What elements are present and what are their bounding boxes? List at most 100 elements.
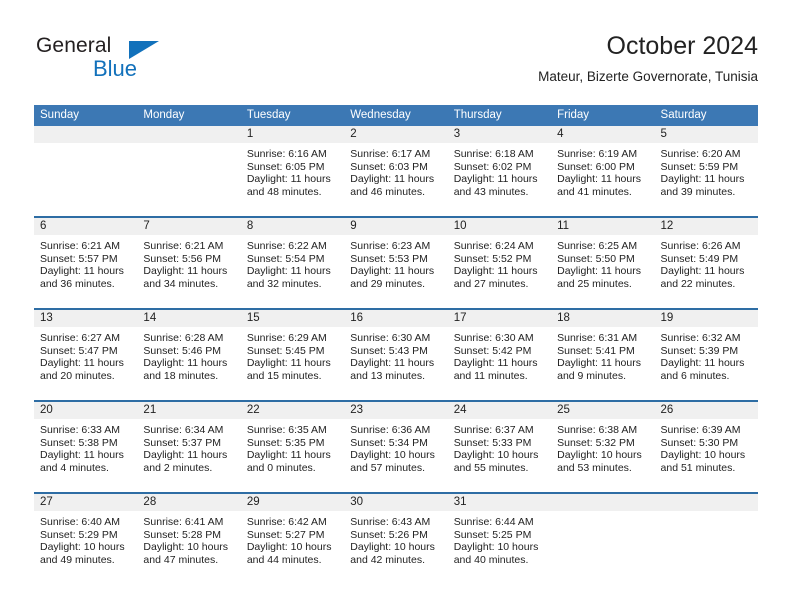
sunset-text: Sunset: 6:03 PM <box>350 160 428 173</box>
day-cell-inner: 12 Sunrise: 6:26 AM Sunset: 5:49 PM Dayligh… <box>654 218 758 308</box>
calendar-day-cell[interactable]: 26 Sunrise: 6:39 AM Sunset: 5:30 PM Dayligh… <box>654 400 758 493</box>
weekday-header-thursday: Thursday <box>447 105 552 126</box>
sunset-text: Sunset: 6:02 PM <box>453 160 532 173</box>
daylight-text-line1: Daylight: 11 hours <box>40 265 124 278</box>
calendar-day-cell[interactable]: 14 Sunrise: 6:28 AM Sunset: 5:46 PM Dayligh… <box>137 308 241 401</box>
sunset-text: Sunset: 5:54 PM <box>246 252 325 265</box>
daylight-text-line2: and 32 minutes. <box>246 277 322 290</box>
calendar-day-cell[interactable]: 9 Sunrise: 6:23 AM Sunset: 5:53 PM Daylight… <box>344 216 448 309</box>
sunrise-text: Sunrise: 6:41 AM <box>143 516 224 528</box>
sunset-text: Sunset: 5:52 PM <box>453 252 532 265</box>
calendar-day-cell[interactable]: 30 Sunrise: 6:43 AM Sunset: 5:26 PM Dayligh… <box>344 492 448 584</box>
sunrise-text: Sunrise: 6:35 AM <box>246 424 327 436</box>
sunset-text: Sunset: 5:45 PM <box>246 344 325 357</box>
weekday-header-wednesday: Wednesday <box>344 105 448 126</box>
day-details: Sunrise: 6:42 AM Sunset: 5:27 PM Daylight:… <box>241 511 344 566</box>
daylight-text-line2: and 48 minutes. <box>246 185 322 198</box>
day-number: 29 <box>240 494 345 511</box>
calendar-day-cell[interactable]: 20 Sunrise: 6:33 AM Sunset: 5:38 PM Dayligh… <box>34 400 138 493</box>
calendar-day-cell[interactable]: 16 Sunrise: 6:30 AM Sunset: 5:43 PM Dayligh… <box>344 308 448 401</box>
calendar-day-cell[interactable]: 8 Sunrise: 6:22 AM Sunset: 5:54 PM Daylight… <box>240 216 345 309</box>
daylight-text-line1: Daylight: 10 hours <box>40 541 125 554</box>
day-cell-inner: 8 Sunrise: 6:22 AM Sunset: 5:54 PM Daylight… <box>240 218 345 308</box>
calendar-day-cell[interactable]: 7 Sunrise: 6:21 AM Sunset: 5:56 PM Daylight… <box>137 216 241 309</box>
day-number: 26 <box>654 402 758 419</box>
calendar-day-cell[interactable]: 17 Sunrise: 6:30 AM Sunset: 5:42 PM Dayligh… <box>447 308 552 401</box>
day-cell-inner: 22 Sunrise: 6:35 AM Sunset: 5:35 PM Dayligh… <box>240 402 345 492</box>
calendar-day-cell[interactable]: 28 Sunrise: 6:41 AM Sunset: 5:28 PM Dayligh… <box>137 492 241 584</box>
daylight-text-line2: and 25 minutes. <box>557 277 632 290</box>
daylight-text-line1: Daylight: 11 hours <box>557 357 641 370</box>
day-cell-inner: 19 Sunrise: 6:32 AM Sunset: 5:39 PM Dayligh… <box>654 310 758 400</box>
day-details: Sunrise: 6:31 AM Sunset: 5:41 PM Daylight:… <box>551 327 654 382</box>
day-details: Sunrise: 6:25 AM Sunset: 5:50 PM Daylight:… <box>551 235 654 290</box>
calendar-day-cell[interactable]: 5 Sunrise: 6:20 AM Sunset: 5:59 PM Daylight… <box>654 126 758 217</box>
daylight-text-line2: and 40 minutes. <box>453 553 529 566</box>
day-details: Sunrise: 6:40 AM Sunset: 5:29 PM Daylight:… <box>34 511 137 566</box>
sunset-text: Sunset: 6:00 PM <box>557 160 635 173</box>
day-details <box>655 511 758 516</box>
daylight-text-line1: Daylight: 11 hours <box>557 265 641 278</box>
calendar-day-cell[interactable]: 13 Sunrise: 6:27 AM Sunset: 5:47 PM Dayligh… <box>34 308 138 401</box>
sunrise-text: Sunrise: 6:19 AM <box>557 148 638 160</box>
day-cell-inner: 28 Sunrise: 6:41 AM Sunset: 5:28 PM Dayligh… <box>137 494 241 584</box>
page-title: October 2024 <box>606 32 759 60</box>
day-details: Sunrise: 6:20 AM Sunset: 5:59 PM Daylight:… <box>655 143 758 198</box>
day-number: 25 <box>551 402 655 419</box>
sunrise-text: Sunrise: 6:23 AM <box>350 240 431 252</box>
day-cell-inner: 4 Sunrise: 6:19 AM Sunset: 6:00 PM Daylight… <box>551 126 655 216</box>
calendar-day-cell[interactable]: 25 Sunrise: 6:38 AM Sunset: 5:32 PM Dayligh… <box>551 400 655 493</box>
sunset-text: Sunset: 5:25 PM <box>453 528 532 541</box>
day-cell-inner: 3 Sunrise: 6:18 AM Sunset: 6:02 PM Daylight… <box>447 126 552 216</box>
day-cell-inner: 18 Sunrise: 6:31 AM Sunset: 5:41 PM Dayligh… <box>551 310 655 400</box>
sunrise-text: Sunrise: 6:31 AM <box>557 332 638 344</box>
day-number: 18 <box>551 310 655 327</box>
sunrise-text: Sunrise: 6:37 AM <box>453 424 534 436</box>
page-header: General Blue October 2024 Mateur, Bizert… <box>34 30 758 96</box>
logo-text-general: General <box>36 34 112 57</box>
day-details: Sunrise: 6:33 AM Sunset: 5:38 PM Daylight:… <box>34 419 137 474</box>
day-cell-inner: 15 Sunrise: 6:29 AM Sunset: 5:45 PM Dayligh… <box>240 310 345 400</box>
generalblue-logo[interactable]: General Blue <box>34 34 204 90</box>
day-number: 13 <box>34 310 138 327</box>
daylight-text-line1: Daylight: 11 hours <box>557 173 641 186</box>
sunrise-text: Sunrise: 6:20 AM <box>660 148 741 160</box>
calendar-day-cell[interactable]: 11 Sunrise: 6:25 AM Sunset: 5:50 PM Dayligh… <box>551 216 655 309</box>
day-number <box>654 494 758 511</box>
daylight-text-line2: and 49 minutes. <box>40 553 115 566</box>
calendar-day-cell[interactable]: 10 Sunrise: 6:24 AM Sunset: 5:52 PM Dayligh… <box>447 216 552 309</box>
calendar-week-row: 27 Sunrise: 6:40 AM Sunset: 5:29 PM Dayligh… <box>34 492 758 584</box>
calendar-day-cell[interactable]: 18 Sunrise: 6:31 AM Sunset: 5:41 PM Dayligh… <box>551 308 655 401</box>
calendar-day-cell[interactable]: 29 Sunrise: 6:42 AM Sunset: 5:27 PM Dayligh… <box>240 492 345 584</box>
sunset-text: Sunset: 5:27 PM <box>246 528 325 541</box>
calendar-day-cell[interactable]: 6 Sunrise: 6:21 AM Sunset: 5:57 PM Daylight… <box>34 216 138 309</box>
day-details: Sunrise: 6:30 AM Sunset: 5:43 PM Daylight:… <box>344 327 447 382</box>
calendar-day-cell <box>34 126 138 217</box>
calendar-day-cell[interactable]: 31 Sunrise: 6:44 AM Sunset: 5:25 PM Dayligh… <box>447 492 552 584</box>
calendar-day-cell[interactable]: 4 Sunrise: 6:19 AM Sunset: 6:00 PM Daylight… <box>551 126 655 217</box>
sunset-text: Sunset: 5:33 PM <box>453 436 532 449</box>
daylight-text-line2: and 36 minutes. <box>40 277 115 290</box>
daylight-text-line1: Daylight: 11 hours <box>350 265 435 278</box>
day-cell-inner: 2 Sunrise: 6:17 AM Sunset: 6:03 PM Daylight… <box>344 126 448 216</box>
daylight-text-line2: and 22 minutes. <box>660 277 736 290</box>
calendar-day-cell[interactable]: 24 Sunrise: 6:37 AM Sunset: 5:33 PM Dayligh… <box>447 400 552 493</box>
calendar-day-cell[interactable]: 2 Sunrise: 6:17 AM Sunset: 6:03 PM Daylight… <box>344 126 448 217</box>
calendar-day-cell[interactable]: 1 Sunrise: 6:16 AM Sunset: 6:05 PM Daylight… <box>240 126 345 217</box>
calendar-day-cell[interactable]: 3 Sunrise: 6:18 AM Sunset: 6:02 PM Daylight… <box>447 126 552 217</box>
daylight-text-line2: and 43 minutes. <box>453 185 529 198</box>
calendar-day-cell[interactable]: 15 Sunrise: 6:29 AM Sunset: 5:45 PM Dayligh… <box>240 308 345 401</box>
day-number <box>34 126 138 143</box>
sunrise-text: Sunrise: 6:38 AM <box>557 424 638 436</box>
calendar-page: General Blue October 2024 Mateur, Bizert… <box>0 0 792 612</box>
calendar-day-cell[interactable]: 27 Sunrise: 6:40 AM Sunset: 5:29 PM Dayligh… <box>34 492 138 584</box>
day-cell-inner: 21 Sunrise: 6:34 AM Sunset: 5:37 PM Dayligh… <box>137 402 241 492</box>
calendar-day-cell[interactable]: 23 Sunrise: 6:36 AM Sunset: 5:34 PM Dayligh… <box>344 400 448 493</box>
calendar-day-cell[interactable]: 19 Sunrise: 6:32 AM Sunset: 5:39 PM Dayligh… <box>654 308 758 401</box>
calendar-day-cell[interactable]: 21 Sunrise: 6:34 AM Sunset: 5:37 PM Dayligh… <box>137 400 241 493</box>
calendar-day-cell[interactable]: 12 Sunrise: 6:26 AM Sunset: 5:49 PM Dayligh… <box>654 216 758 309</box>
sunrise-text: Sunrise: 6:18 AM <box>453 148 534 160</box>
day-details <box>34 143 137 148</box>
calendar-day-cell[interactable]: 22 Sunrise: 6:35 AM Sunset: 5:35 PM Dayligh… <box>240 400 345 493</box>
day-details: Sunrise: 6:27 AM Sunset: 5:47 PM Daylight:… <box>34 327 137 382</box>
